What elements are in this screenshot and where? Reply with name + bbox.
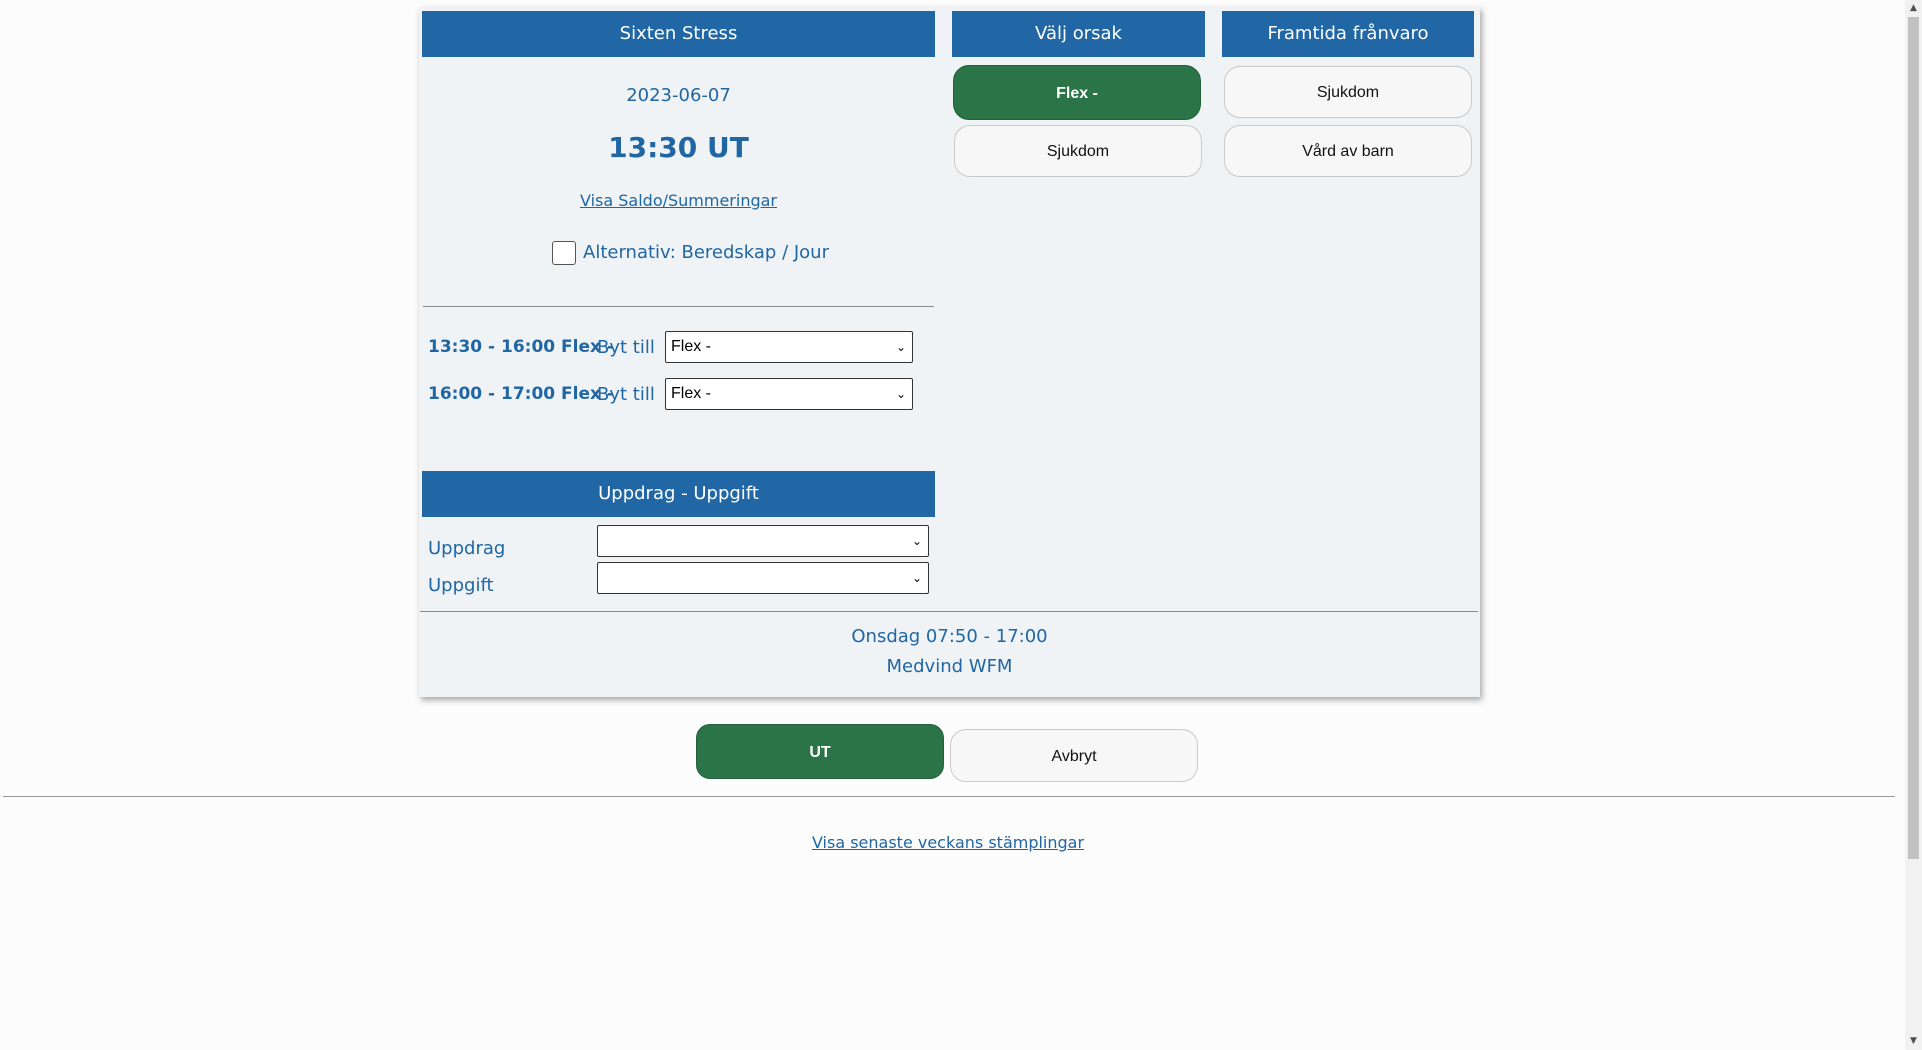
select-value: Flex - (671, 385, 711, 402)
divider (420, 611, 1478, 612)
assignment-header: Uppdrag - Uppgift (422, 471, 935, 517)
chevron-down-icon: ⌄ (911, 571, 922, 585)
uppgift-label: Uppgift (428, 575, 494, 596)
divider (3, 796, 1895, 797)
divider (423, 306, 934, 307)
uppdrag-select[interactable]: ⌄ (597, 525, 929, 557)
week-stamps-link[interactable]: Visa senaste veckans stämplingar (812, 833, 1084, 852)
time-status: 13:30 UT (608, 131, 749, 164)
interval-row-label: 16:00 - 17:00 Flex - (428, 384, 614, 404)
saldo-link-wrap: Visa Saldo/Summeringar (422, 191, 935, 210)
interval-row-label: 13:30 - 16:00 Flex - (428, 337, 614, 357)
interval-reason-select[interactable]: Flex - ⌄ (665, 331, 913, 363)
select-value: Flex - (671, 338, 711, 355)
cancel-button[interactable]: Avbryt (950, 729, 1198, 782)
interval-reason-select[interactable]: Flex - ⌄ (665, 378, 913, 410)
vertical-scrollbar[interactable]: ▲ ▼ (1905, 0, 1922, 1050)
reason-button-sjukdom[interactable]: Sjukdom (954, 125, 1202, 177)
switch-label: Byt till (597, 337, 655, 358)
current-date: 2023-06-07 (626, 85, 731, 106)
alt-checkbox-label: Alternativ: Beredskap / Jour (583, 242, 829, 263)
chevron-down-icon: ⌄ (895, 387, 906, 401)
reason-button-flex[interactable]: Flex - (953, 65, 1201, 120)
employee-header: Sixten Stress (422, 11, 935, 57)
future-vard-av-barn-button[interactable]: Vård av barn (1224, 125, 1472, 177)
future-absence-header: Framtida frånvaro (1222, 11, 1474, 57)
chevron-down-icon: ⌄ (895, 340, 906, 354)
saldo-link[interactable]: Visa Saldo/Summeringar (580, 191, 777, 210)
reason-header: Välj orsak (952, 11, 1205, 57)
punch-page: Sixten Stress 2023-06-07 13:30 UT Visa S… (0, 0, 1922, 1050)
punch-panel: Sixten Stress 2023-06-07 13:30 UT Visa S… (419, 7, 1480, 697)
alt-checkbox[interactable] (552, 241, 576, 265)
scroll-up-icon[interactable]: ▲ (1905, 0, 1922, 17)
week-link-wrap: Visa senaste veckans stämplingar (0, 833, 1896, 852)
ut-button[interactable]: UT (696, 724, 944, 779)
chevron-down-icon: ⌄ (911, 534, 922, 548)
future-sjukdom-button[interactable]: Sjukdom (1224, 66, 1472, 118)
scroll-thumb[interactable] (1908, 17, 1919, 859)
uppdrag-label: Uppdrag (428, 538, 506, 559)
switch-label: Byt till (597, 384, 655, 405)
schedule-text: Onsdag 07:50 - 17:00 (851, 626, 1048, 647)
uppgift-select[interactable]: ⌄ (597, 562, 929, 594)
app-name: Medvind WFM (886, 656, 1013, 677)
scroll-down-icon[interactable]: ▼ (1905, 1033, 1922, 1050)
